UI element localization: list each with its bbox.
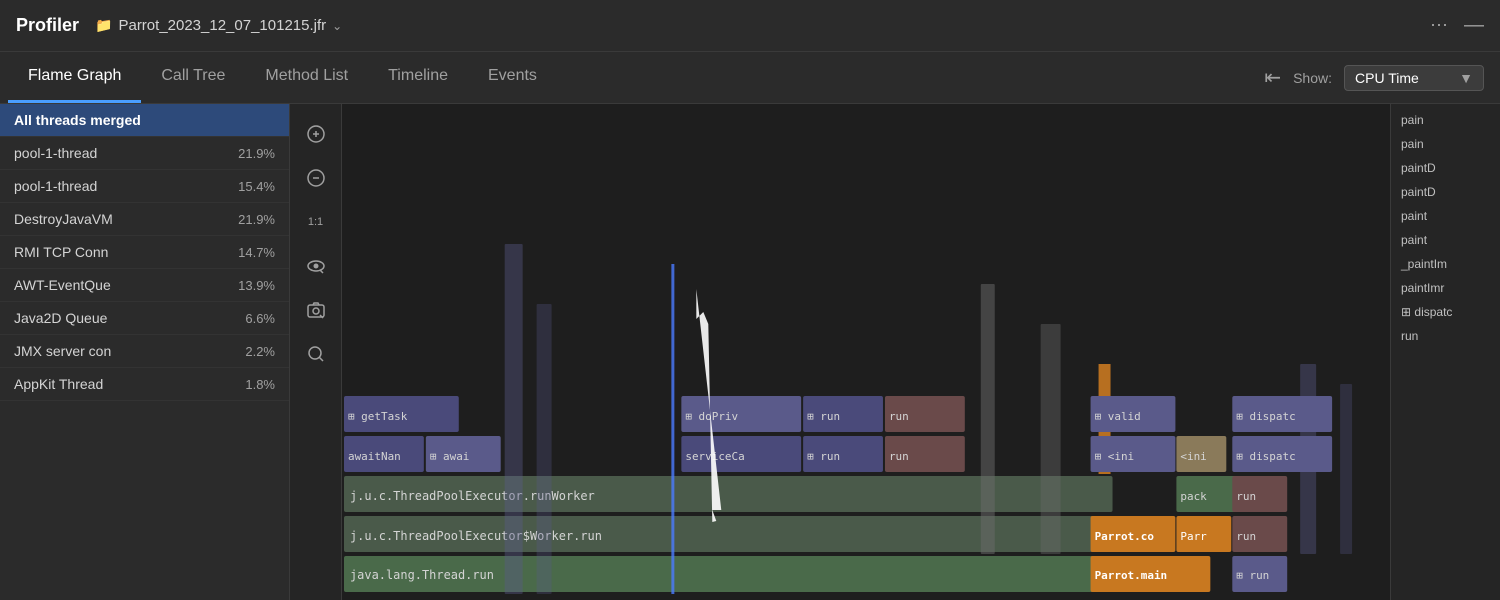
tab-call-tree[interactable]: Call Tree xyxy=(141,52,245,103)
minimize-button[interactable]: — xyxy=(1464,14,1484,37)
right-label-2: paintD xyxy=(1391,156,1500,180)
sidebar-item-rmi[interactable]: RMI TCP Conn 14.7% xyxy=(0,236,289,269)
sidebar-item-name: All threads merged xyxy=(14,112,141,128)
svg-text:pack: pack xyxy=(1180,490,1207,503)
sidebar-item-name: DestroyJavaVM xyxy=(14,211,113,227)
sidebar-item-pct: 2.2% xyxy=(245,344,275,359)
show-select[interactable]: CPU Time ▼ xyxy=(1344,65,1484,91)
sidebar-item-pct: 14.7% xyxy=(238,245,275,260)
titlebar-right: ⋯ — xyxy=(1430,14,1484,37)
titlebar-left: Profiler 📁 Parrot_2023_12_07_101215.jfr … xyxy=(16,15,342,36)
sidebar-item-name: RMI TCP Conn xyxy=(14,244,108,260)
tab-spacer xyxy=(557,52,1264,103)
sidebar-item-name: AWT-EventQue xyxy=(14,277,111,293)
svg-text:⊞ run: ⊞ run xyxy=(807,450,840,463)
svg-text:⊞ run: ⊞ run xyxy=(807,410,840,423)
right-label-1: pain xyxy=(1391,132,1500,156)
sidebar-item-pct: 13.9% xyxy=(238,278,275,293)
tab-events[interactable]: Events xyxy=(468,52,557,103)
show-value: CPU Time xyxy=(1355,70,1419,86)
sidebar-item-java2d[interactable]: Java2D Queue 6.6% xyxy=(0,302,289,335)
more-options-button[interactable]: ⋯ xyxy=(1430,15,1448,36)
sidebar-item-name: AppKit Thread xyxy=(14,376,103,392)
sidebar-item-awt[interactable]: AWT-EventQue 13.9% xyxy=(0,269,289,302)
sidebar-item-destroyjvm[interactable]: DestroyJavaVM 21.9% xyxy=(0,203,289,236)
tabbar: Flame Graph Call Tree Method List Timeli… xyxy=(0,52,1500,104)
svg-text:⊞ valid: ⊞ valid xyxy=(1095,410,1141,423)
merge-threads-icon[interactable]: ⇤ xyxy=(1264,65,1281,90)
svg-text:awaitNan: awaitNan xyxy=(348,450,401,463)
right-label-0: pain xyxy=(1391,108,1500,132)
app-title: Profiler xyxy=(16,15,79,36)
zoom-out-button[interactable] xyxy=(298,160,334,196)
tabbar-right: ⇤ Show: CPU Time ▼ xyxy=(1264,52,1492,103)
titlebar-file: 📁 Parrot_2023_12_07_101215.jfr ⌄ xyxy=(95,17,342,34)
zoom-toolbar: 1:1 xyxy=(290,104,342,600)
svg-text:⊞ run: ⊞ run xyxy=(1236,569,1269,582)
svg-text:⊞ dispatc: ⊞ dispatc xyxy=(1236,450,1295,463)
svg-text:run: run xyxy=(889,410,909,423)
sidebar-item-all-threads[interactable]: All threads merged xyxy=(0,104,289,137)
titlebar: Profiler 📁 Parrot_2023_12_07_101215.jfr … xyxy=(0,0,1500,52)
search-button[interactable] xyxy=(298,336,334,372)
show-label: Show: xyxy=(1293,70,1332,86)
sidebar-item-pct: 21.9% xyxy=(238,146,275,161)
right-label-8: ⊞ dispatc xyxy=(1391,300,1500,324)
svg-text:Parrot.main: Parrot.main xyxy=(1095,569,1168,582)
svg-text:run: run xyxy=(889,450,909,463)
svg-text:⊞ doPriv: ⊞ doPriv xyxy=(685,410,738,423)
svg-text:⊞ <ini: ⊞ <ini xyxy=(1095,450,1135,463)
zoom-in-button[interactable] xyxy=(298,116,334,152)
sidebar-item-appkit[interactable]: AppKit Thread 1.8% xyxy=(0,368,289,401)
svg-text:Parrot.co: Parrot.co xyxy=(1095,530,1155,543)
sidebar-item-pool2[interactable]: pool-1-thread 15.4% xyxy=(0,170,289,203)
sidebar-item-pct: 21.9% xyxy=(238,212,275,227)
svg-text:<ini: <ini xyxy=(1180,450,1206,463)
sidebar-item-name: Java2D Queue xyxy=(14,310,107,326)
right-label-4: paint xyxy=(1391,204,1500,228)
svg-text:⊞ getTask: ⊞ getTask xyxy=(348,410,408,423)
sidebar-item-pct: 15.4% xyxy=(238,179,275,194)
svg-text:java.lang.Thread.run: java.lang.Thread.run xyxy=(350,568,494,582)
right-label-5: paint xyxy=(1391,228,1500,252)
sidebar: All threads merged pool-1-thread 21.9% p… xyxy=(0,104,290,600)
sidebar-item-pct: 1.8% xyxy=(245,377,275,392)
svg-text:run: run xyxy=(1236,530,1256,543)
file-name: Parrot_2023_12_07_101215.jfr xyxy=(118,17,326,34)
sidebar-item-pool1[interactable]: pool-1-thread 21.9% xyxy=(0,137,289,170)
main-area: All threads merged pool-1-thread 21.9% p… xyxy=(0,104,1500,600)
sidebar-item-name: pool-1-thread xyxy=(14,145,97,161)
sidebar-item-name: pool-1-thread xyxy=(14,178,97,194)
right-label-9: run xyxy=(1391,324,1500,348)
svg-text:⊞ awai: ⊞ awai xyxy=(430,450,470,463)
sidebar-item-pct: 6.6% xyxy=(245,311,275,326)
eye-button[interactable] xyxy=(298,248,334,284)
svg-text:j.u.c.ThreadPoolExecutor.runWo: j.u.c.ThreadPoolExecutor.runWorker xyxy=(350,489,595,503)
chevron-down-icon[interactable]: ⌄ xyxy=(332,19,342,33)
right-label-3: paintD xyxy=(1391,180,1500,204)
tab-method-list[interactable]: Method List xyxy=(245,52,368,103)
right-label-6: _paintIm xyxy=(1391,252,1500,276)
tab-flame-graph[interactable]: Flame Graph xyxy=(8,52,141,103)
sidebar-item-name: JMX server con xyxy=(14,343,111,359)
svg-text:Parr: Parr xyxy=(1180,530,1207,543)
folder-icon: 📁 xyxy=(95,17,112,34)
flamegraph-area[interactable]: java.lang.Thread.run j.u.c.ThreadPoolExe… xyxy=(342,104,1390,600)
svg-text:j.u.c.ThreadPoolExecutor$Worke: j.u.c.ThreadPoolExecutor$Worker.run xyxy=(350,529,602,543)
ratio-label[interactable]: 1:1 xyxy=(298,204,334,240)
screenshot-button[interactable] xyxy=(298,292,334,328)
svg-text:run: run xyxy=(1236,490,1256,503)
right-panel: pain pain paintD paintD paint paint _pai… xyxy=(1390,104,1500,600)
svg-text:⊞ dispatc: ⊞ dispatc xyxy=(1236,410,1295,423)
right-label-7: paintImr xyxy=(1391,276,1500,300)
tab-timeline[interactable]: Timeline xyxy=(368,52,468,103)
show-chevron-icon: ▼ xyxy=(1459,70,1473,86)
sidebar-item-jmx[interactable]: JMX server con 2.2% xyxy=(0,335,289,368)
